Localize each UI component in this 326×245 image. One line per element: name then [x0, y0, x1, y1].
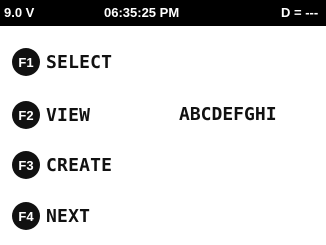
device-screen: 9.0 V 06:35:25 PM D = --- F1 SELECT F2 V… [0, 0, 326, 245]
f2-key-icon[interactable]: F2 [12, 101, 40, 129]
menu-label-view: VIEW [46, 104, 91, 126]
f1-key-icon[interactable]: F1 [12, 48, 40, 76]
menu-label-select: SELECT [46, 51, 113, 73]
distance-readout: D = --- [281, 5, 319, 20]
menu-item-next[interactable]: F4 NEXT [12, 202, 90, 230]
menu-item-view[interactable]: F2 VIEW [12, 101, 90, 129]
menu-item-select[interactable]: F1 SELECT [12, 48, 112, 76]
f4-key-icon[interactable]: F4 [12, 202, 40, 230]
f3-key-icon[interactable]: F3 [12, 151, 40, 179]
status-bar: 9.0 V 06:35:25 PM D = --- [0, 0, 326, 26]
clock-time: 06:35:25 PM [104, 5, 180, 20]
menu-label-create: CREATE [46, 154, 113, 176]
menu-item-create[interactable]: F3 CREATE [12, 151, 112, 179]
battery-voltage: 9.0 V [4, 5, 35, 20]
view-value: ABCDEFGHI [179, 104, 277, 125]
menu-label-next: NEXT [46, 205, 91, 227]
